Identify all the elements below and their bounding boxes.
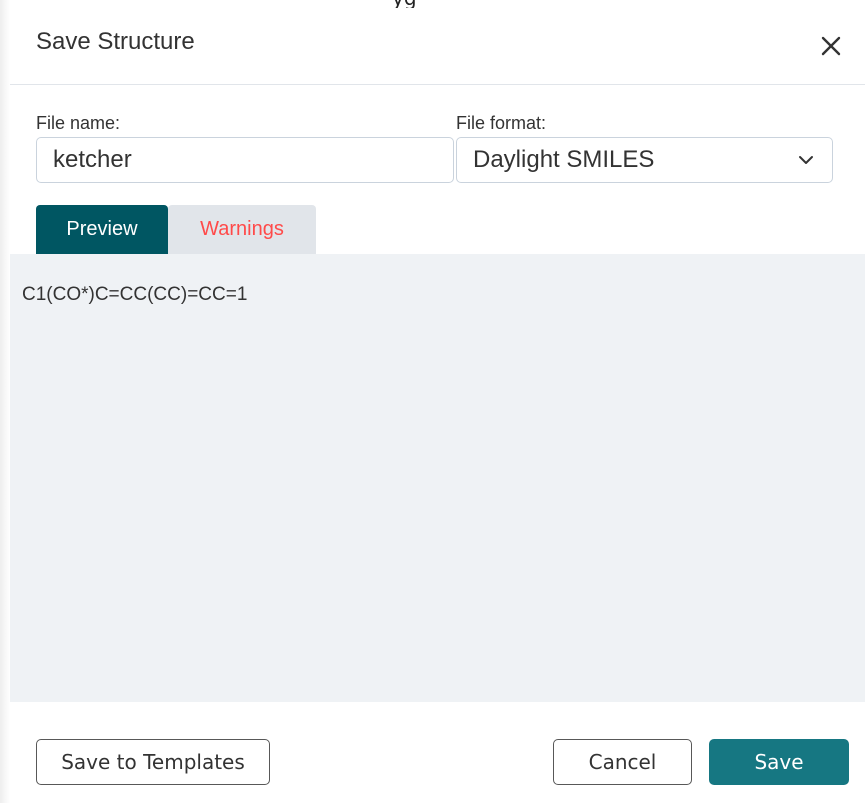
dialog-header: Save Structure <box>10 0 865 85</box>
file-name-label: File name: <box>36 113 121 133</box>
background-text-fragment: yg <box>392 0 417 8</box>
close-icon[interactable] <box>818 33 844 59</box>
tab-warnings[interactable]: Warnings <box>168 205 316 254</box>
preview-area: C1(CO*)C=CC(CC)=CC=1 <box>10 254 865 702</box>
chevron-down-icon <box>799 156 813 164</box>
file-name-input[interactable] <box>36 137 454 183</box>
save-structure-dialog: Save Structure File name: File format: D… <box>10 0 865 803</box>
smiles-preview-text: C1(CO*)C=CC(CC)=CC=1 <box>22 284 248 305</box>
file-format-value: Daylight SMILES <box>473 146 655 173</box>
save-button[interactable]: Save <box>709 739 849 785</box>
tab-preview[interactable]: Preview <box>36 205 168 254</box>
background-fragment: yg <box>0 0 865 8</box>
file-format-select[interactable]: Daylight SMILES <box>456 137 833 183</box>
background-edge <box>0 0 10 803</box>
cancel-button[interactable]: Cancel <box>553 739 692 785</box>
file-format-label: File format: <box>456 113 547 133</box>
page: Save Structure File name: File format: D… <box>0 0 865 803</box>
dialog-title: Save Structure <box>36 28 195 55</box>
save-to-templates-button[interactable]: Save to Templates <box>36 739 270 785</box>
